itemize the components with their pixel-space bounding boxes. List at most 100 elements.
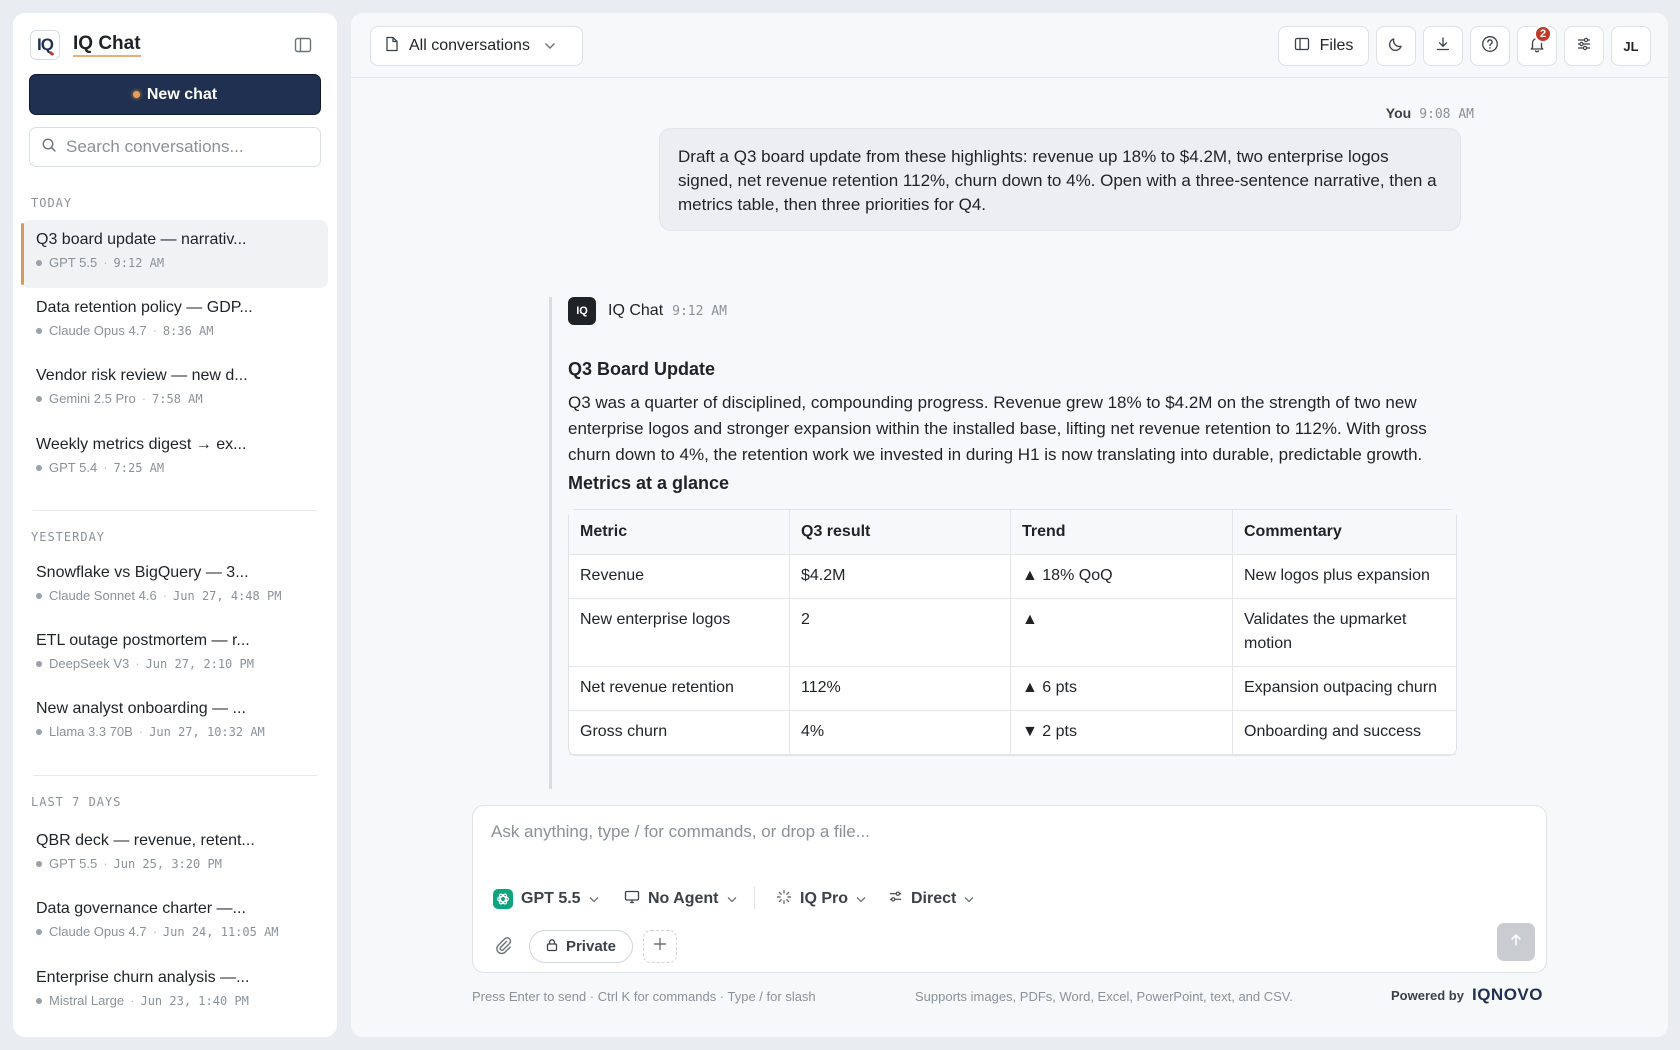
brand-logo: IQ	[30, 30, 60, 60]
paperclip-icon[interactable]	[493, 935, 515, 957]
conversation-item[interactable]: New analyst onboarding — ... Llama 3.3 7…	[21, 689, 328, 757]
files-button[interactable]: Files	[1278, 26, 1369, 66]
model-selector[interactable]: GPT 5.5	[493, 886, 599, 912]
message-input[interactable]	[491, 822, 1491, 842]
user-avatar[interactable]: JL	[1611, 26, 1651, 66]
send-button[interactable]	[1497, 923, 1535, 961]
conversation-meta: Llama 3.3 70B · Jun 27, 10:32 AM	[36, 724, 328, 739]
conversation-item[interactable]: Data governance charter —... Claude Opus…	[21, 889, 328, 957]
conversation-item[interactable]: Data retention policy — GDP... Claude Op…	[21, 288, 328, 356]
model-dot	[36, 592, 42, 599]
table-cell: Validates the upmarket motion	[1233, 599, 1456, 667]
conversation-meta: Claude Opus 4.7 · Jun 24, 11:05 AM	[36, 924, 328, 939]
conversation-filter-dropdown[interactable]: All conversations	[370, 26, 583, 66]
routing-selector[interactable]: Direct	[888, 886, 974, 912]
model-dot	[36, 327, 42, 334]
conversation-time: Jun 23, 1:40 PM	[140, 993, 249, 1008]
sidebar-toggle-icon[interactable]	[294, 36, 314, 56]
model-label: GPT 5.5	[521, 890, 581, 907]
privacy-toggle[interactable]: Private	[529, 930, 633, 963]
files-label: Files	[1319, 37, 1354, 54]
user-message: Draft a Q3 board update from these highl…	[659, 128, 1461, 231]
conversation-item[interactable]: Snowflake vs BigQuery — 3... Claude Sonn…	[21, 553, 328, 621]
conversation-model: GPT 5.5	[49, 856, 98, 871]
chevron-down-icon	[589, 890, 599, 908]
search-input[interactable]	[66, 137, 306, 157]
composer-area: GPT 5.5 No Agent IQ Pro	[351, 789, 1668, 1037]
conversation-title: Weekly metrics digest → ex...	[36, 436, 247, 453]
user-message-header: You 9:08 AM	[1386, 105, 1474, 122]
model-dot	[36, 728, 42, 735]
table-header: Q3 result	[790, 510, 1011, 555]
divider	[33, 510, 317, 511]
model-dot	[36, 259, 42, 266]
conversation-model: Mistral Large	[49, 993, 125, 1008]
table-cell: ▲	[1011, 599, 1233, 667]
table-cell: Gross churn	[569, 711, 790, 755]
spark-icon	[132, 91, 140, 98]
chevron-down-icon	[856, 890, 866, 908]
table-row: Net revenue retention 112% ▲ 6 pts Expan…	[569, 667, 1456, 711]
conversation-model: DeepSeek V3	[49, 656, 130, 671]
model-dot	[36, 395, 42, 402]
moon-icon	[1388, 36, 1404, 57]
table-cell: New logos plus expansion	[1233, 555, 1456, 599]
sliders-icon	[1576, 36, 1592, 57]
conversation-model: Claude Opus 4.7	[49, 924, 147, 939]
model-dot	[36, 860, 42, 867]
conversation-item[interactable]: Weekly metrics digest → ex... GPT 5.4 · 7:…	[21, 425, 328, 493]
loader-icon	[776, 889, 792, 910]
conversation-item[interactable]: QBR deck — revenue, retent... GPT 5.5 · Ju…	[21, 821, 328, 889]
conversation-title: Enterprise churn analysis —...	[36, 969, 250, 986]
dark-mode-button[interactable]	[1376, 26, 1416, 66]
agent-selector[interactable]: No Agent	[624, 886, 737, 912]
conversation-item[interactable]: ETL outage postmortem — r... DeepSeek V3…	[21, 621, 328, 689]
add-button[interactable]	[643, 930, 677, 963]
conversation-title: Data governance charter —...	[36, 900, 246, 917]
conversation-meta: Claude Opus 4.7 · 8:36 AM	[36, 323, 328, 338]
mode-selector[interactable]: IQ Pro	[776, 886, 866, 912]
download-button[interactable]	[1423, 26, 1463, 66]
conversation-title: Q3 board update — narrativ...	[36, 231, 247, 248]
response-heading: Q3 Board Update	[568, 359, 716, 379]
mode-label: IQ Pro	[800, 890, 849, 907]
table-cell: ▲ 18% QoQ	[1011, 555, 1233, 599]
conversation-meta: GPT 5.4 · 7:25 AM	[36, 460, 328, 475]
settings-button[interactable]	[1564, 26, 1604, 66]
new-chat-button[interactable]: New chat	[29, 74, 321, 115]
conversation-time: Jun 27, 2:10 PM	[145, 656, 254, 671]
help-icon	[1481, 35, 1499, 58]
table-cell: Net revenue retention	[569, 667, 790, 711]
notifications-button[interactable]: 2	[1517, 25, 1557, 66]
brand-name: IQ Chat	[73, 33, 141, 57]
metrics-heading: Metrics at a glance	[568, 473, 730, 493]
conversation-meta: DeepSeek V3 · Jun 27, 2:10 PM	[36, 656, 328, 671]
arrow-up-icon	[1509, 933, 1523, 952]
assistant-message-time: 9:12 AM	[672, 303, 727, 319]
assistant-message: IQ IQ Chat 9:12 AM Q3 Board Update Q3 wa…	[549, 297, 1457, 789]
download-icon	[1435, 36, 1451, 57]
table-cell: ▼ 2 pts	[1011, 711, 1233, 755]
conversation-title: Data retention policy — GDP...	[36, 299, 253, 316]
table-cell: $4.2M	[790, 555, 1011, 599]
conversation-model: GPT 5.4	[49, 460, 98, 475]
lock-icon	[546, 938, 558, 956]
document-icon	[385, 36, 399, 57]
keyboard-hints: Press Enter to send · Ctrl K for command…	[472, 989, 816, 1004]
chat-transcript: You 9:08 AM Draft a Q3 board update from…	[351, 79, 1668, 789]
topbar: All conversations Files 2 JL	[351, 13, 1668, 78]
iqnovo-logo: IQNOVO	[1471, 985, 1543, 1004]
sliders-icon	[888, 889, 903, 909]
conversation-item[interactable]: Enterprise churn analysis —... Mistral L…	[21, 958, 328, 1026]
conversation-item[interactable]: Q3 board update — narrativ... GPT 5.5 · 9:…	[21, 220, 328, 288]
brand[interactable]: IQ IQ Chat	[30, 30, 141, 60]
conversation-model: Gemini 2.5 Pro	[49, 391, 136, 406]
conversation-time: 8:36 AM	[162, 323, 214, 338]
table-header: Trend	[1011, 510, 1233, 555]
help-button[interactable]	[1470, 26, 1510, 66]
conversation-item[interactable]: Vendor risk review — new d... Gemini 2.5…	[21, 356, 328, 424]
powered-by: Powered by IQNOVO	[1391, 985, 1543, 1005]
conversation-time: Jun 25, 3:20 PM	[113, 856, 222, 871]
group-label-last-7-days: LAST 7 DAYS	[31, 795, 122, 809]
conversation-title: ETL outage postmortem — r...	[36, 632, 250, 649]
